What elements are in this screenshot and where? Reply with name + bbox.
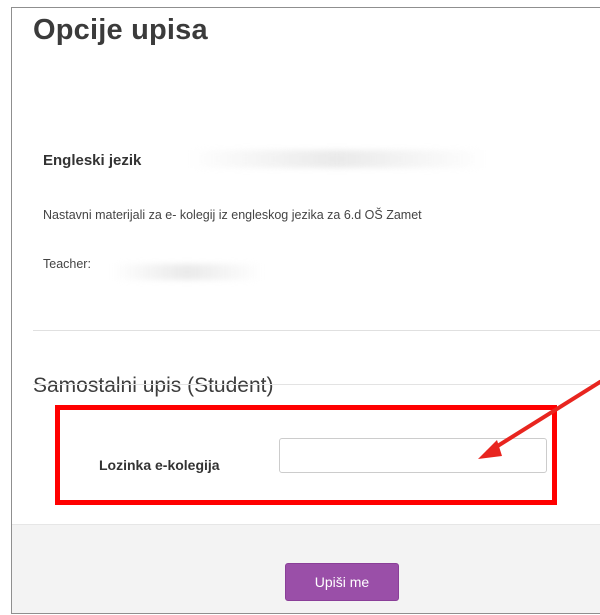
page-title: Opcije upisa — [33, 14, 208, 46]
course-name[interactable]: Engleski jezik — [43, 152, 141, 169]
form-footer: Upiši me — [12, 524, 600, 613]
heading-underline — [33, 384, 600, 385]
course-summary: Nastavni materijali za e- kolegij iz eng… — [43, 208, 422, 222]
section-divider — [33, 330, 600, 331]
self-enrolment-heading: Samostalni upis (Student) — [33, 374, 274, 397]
teacher-label: Teacher: — [43, 257, 91, 271]
redacted-course-suffix — [187, 150, 487, 168]
enrolment-page: Opcije upisa Engleski jezik Nastavni mat… — [11, 7, 600, 614]
course-name-text: Engleski jezik — [43, 152, 142, 169]
enrolment-key-label: Lozinka e-kolegija — [99, 457, 220, 473]
enrol-me-button[interactable]: Upiši me — [285, 563, 399, 601]
redacted-teacher-name — [112, 264, 262, 280]
enrolment-key-input[interactable] — [279, 438, 547, 473]
